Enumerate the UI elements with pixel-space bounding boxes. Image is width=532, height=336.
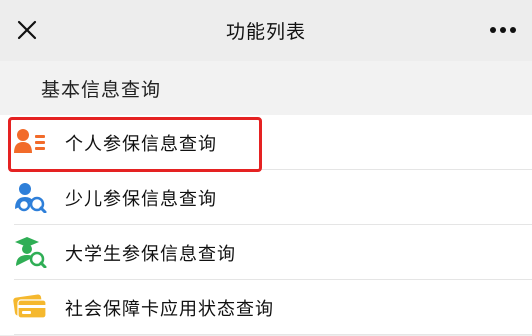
list-item-label: 大学生参保信息查询 <box>65 243 236 265</box>
list-item-label: 少儿参保信息查询 <box>65 188 217 210</box>
more-icon[interactable] <box>488 18 518 42</box>
function-list: 个人参保信息查询 少儿参保信息查询 大学生参保信息查询 社会保障卡应用状态查询 <box>0 115 532 335</box>
person-card-icon <box>12 124 48 160</box>
list-item-label: 个人参保信息查询 <box>65 133 217 155</box>
list-item-personal-insurance[interactable]: 个人参保信息查询 <box>0 115 532 170</box>
navbar: 功能列表 <box>0 0 532 61</box>
section-title: 基本信息查询 <box>0 61 532 115</box>
list-item-social-security-card[interactable]: 社会保障卡应用状态查询 <box>0 280 532 335</box>
list-item-child-insurance[interactable]: 少儿参保信息查询 <box>0 170 532 225</box>
card-icon <box>12 289 48 325</box>
list-item-student-insurance[interactable]: 大学生参保信息查询 <box>0 225 532 280</box>
page-title: 功能列表 <box>225 21 306 43</box>
child-search-icon <box>12 179 48 215</box>
graduate-search-icon <box>12 234 48 270</box>
close-icon[interactable] <box>12 15 42 45</box>
list-item-label: 社会保障卡应用状态查询 <box>65 298 274 320</box>
